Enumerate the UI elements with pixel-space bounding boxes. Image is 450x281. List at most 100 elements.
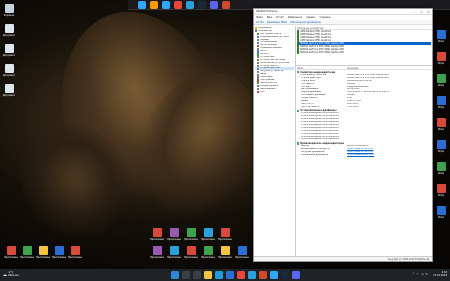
tree-node-icon <box>257 47 260 50</box>
menu-item[interactable]: Файл <box>256 16 263 19</box>
properties-panel: Поле Значение Свойства видеоадаптера Опис… <box>296 66 432 256</box>
task-view-icon[interactable] <box>193 271 201 279</box>
aida64-icon[interactable] <box>222 0 230 9</box>
aida64-icon[interactable] <box>259 271 267 279</box>
desktop-icon-label: Игра <box>437 106 445 109</box>
content-pane: Описание устройства AMD Radeon(TM) Graph… <box>296 26 432 256</box>
desktop-icon[interactable]: Игра <box>434 140 448 153</box>
desktop-icon[interactable]: Игра <box>434 118 448 131</box>
desktop-icon[interactable]: Игра <box>434 74 448 87</box>
battery-icon[interactable]: ▭ <box>425 272 428 276</box>
desktop-icon-label: Игра <box>437 172 445 175</box>
desktop-icon[interactable]: Корзина <box>2 4 16 17</box>
desktop-icon[interactable]: Приложение <box>235 246 249 259</box>
minimize-icon[interactable]: – <box>411 10 418 14</box>
app-icon <box>22 246 32 255</box>
desktop-icon[interactable]: Приложение <box>150 246 164 259</box>
desktop-icon[interactable]: Приложение <box>52 246 66 259</box>
search-icon[interactable] <box>182 271 190 279</box>
toolbar-button[interactable]: Обновления драйверов <box>290 21 321 24</box>
desktop-icon[interactable]: Приложение <box>184 228 198 241</box>
app-icon <box>6 246 16 255</box>
desktop-icon[interactable]: Приложение <box>218 246 232 259</box>
property-row[interactable]: C:\Windows\System32\DriverStore <box>297 138 431 141</box>
desktop-icon[interactable]: Игра <box>434 96 448 109</box>
desktop-icon-label: Приложение <box>150 256 164 259</box>
device-list: Описание устройства AMD Radeon(TM) Graph… <box>296 26 432 66</box>
telegram-icon[interactable] <box>186 0 194 9</box>
desktop-icon[interactable]: Приложение <box>218 228 232 241</box>
app-icon <box>237 246 247 255</box>
discord-icon[interactable] <box>292 271 300 279</box>
desktop-icon[interactable]: Игра <box>434 206 448 219</box>
desktop-icon[interactable]: Приложение <box>4 246 18 259</box>
desktop-icon[interactable]: Приложение <box>150 228 164 241</box>
desktop-icon[interactable]: Документ <box>2 84 16 97</box>
desktop-icon[interactable]: Приложение <box>68 246 82 259</box>
desktop-icon[interactable]: Игра <box>434 162 448 175</box>
wifi-icon[interactable]: ◠ <box>416 272 419 276</box>
menu-item[interactable]: Избранное <box>288 16 302 19</box>
desktop-icon[interactable]: Приложение <box>36 246 50 259</box>
desktop-icon-label: Игра <box>437 84 445 87</box>
app-icon <box>203 228 213 237</box>
steam-icon[interactable] <box>198 0 206 9</box>
telegram-icon[interactable] <box>248 271 256 279</box>
property-link[interactable]: https://www.aida64.com/ <box>347 154 431 157</box>
close-icon[interactable]: × <box>425 10 432 14</box>
explorer-icon[interactable] <box>204 271 212 279</box>
start-icon[interactable] <box>171 271 179 279</box>
device-list-item[interactable]: NVIDIA GeForce RTX 3060 Laptop GPU <box>297 51 431 54</box>
desktop-icon[interactable]: Игра <box>434 30 448 43</box>
photoshop-icon[interactable] <box>270 271 278 279</box>
toolbar-button[interactable]: Отчёт <box>256 21 264 24</box>
desktop-icon[interactable]: Приложение <box>201 246 215 259</box>
property-value: 1750 МГц <box>347 105 358 108</box>
desktop-icon[interactable]: Приложение <box>184 246 198 259</box>
desktop-icon[interactable]: Документ <box>2 64 16 77</box>
chevron-up-icon[interactable]: ˄ <box>413 272 415 276</box>
app-icon <box>169 228 179 237</box>
speaker-icon[interactable]: ◁ <box>421 272 423 276</box>
weather-widget[interactable]: ☁ -1°C Облачно <box>3 271 19 277</box>
menu-item[interactable]: Вид <box>267 16 272 19</box>
desktop-icon[interactable]: Игра <box>434 184 448 197</box>
chrome-icon[interactable] <box>237 271 245 279</box>
clock[interactable]: 4:43 27.01.2024 <box>433 271 447 277</box>
app-icon <box>152 246 162 255</box>
desktop-icon[interactable]: Документ <box>2 44 16 57</box>
discord-icon[interactable] <box>210 0 218 9</box>
toolbar-button[interactable]: Драйверы BIOS <box>267 21 287 24</box>
edge-icon[interactable] <box>215 271 223 279</box>
menu-item[interactable]: Справка <box>319 16 330 19</box>
desktop-icon[interactable]: Приложение <box>167 228 181 241</box>
menu-item[interactable]: Сервис <box>306 16 315 19</box>
property-row[interactable]: Частота памяти 1750 МГц <box>297 106 431 109</box>
monitor-icon <box>297 36 300 39</box>
desktop-icon-label: Приложение <box>36 256 50 259</box>
tree-node-icon <box>257 70 260 73</box>
desktop-icon-label: Приложение <box>235 256 249 259</box>
column-field[interactable]: Поле <box>297 67 347 70</box>
aida64-window: AIDA64 Extreme – ▢ × Файл Вид Отчёт Избранн… <box>253 8 433 262</box>
desktop-icon[interactable]: Приложение <box>201 228 215 241</box>
app-icon <box>436 118 446 127</box>
desktop-icon-label: Приложение <box>52 256 66 259</box>
chrome-icon[interactable] <box>174 0 182 9</box>
steam-icon[interactable] <box>281 271 289 279</box>
desktop-icon[interactable]: Документ <box>2 24 16 37</box>
property-row[interactable]: Обновление драйверов https://www.aida64.c… <box>297 154 431 157</box>
desktop-icon[interactable]: Приложение <box>20 246 34 259</box>
desktop-icon-label: Приложение <box>150 238 164 241</box>
tree-node[interactable]: Тест <box>255 91 294 94</box>
photoshop-icon[interactable] <box>138 0 146 9</box>
lightroom-icon[interactable] <box>162 0 170 9</box>
illustrator-icon[interactable] <box>150 0 158 9</box>
store-icon[interactable] <box>226 271 234 279</box>
menu-item[interactable]: Отчёт <box>276 16 284 19</box>
column-value[interactable]: Значение <box>347 67 359 70</box>
desktop-icon[interactable]: Игра <box>434 52 448 65</box>
monitor-icon <box>297 42 300 45</box>
desktop-icon[interactable]: Приложение <box>167 246 181 259</box>
maximize-icon[interactable]: ▢ <box>418 10 425 14</box>
